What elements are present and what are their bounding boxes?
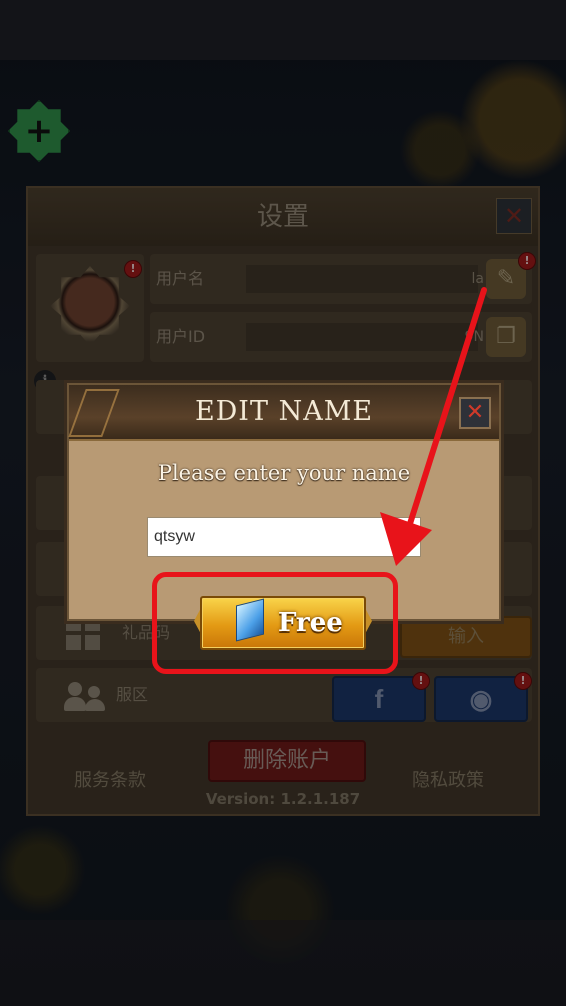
dialog-header: EDIT NAME ✕ xyxy=(68,385,499,441)
close-icon[interactable]: ✕ xyxy=(459,397,491,429)
highlight-box xyxy=(152,572,398,674)
dialog-title: EDIT NAME xyxy=(194,396,374,427)
name-input[interactable] xyxy=(147,517,421,557)
name-prompt: Please enter your name xyxy=(157,461,411,485)
